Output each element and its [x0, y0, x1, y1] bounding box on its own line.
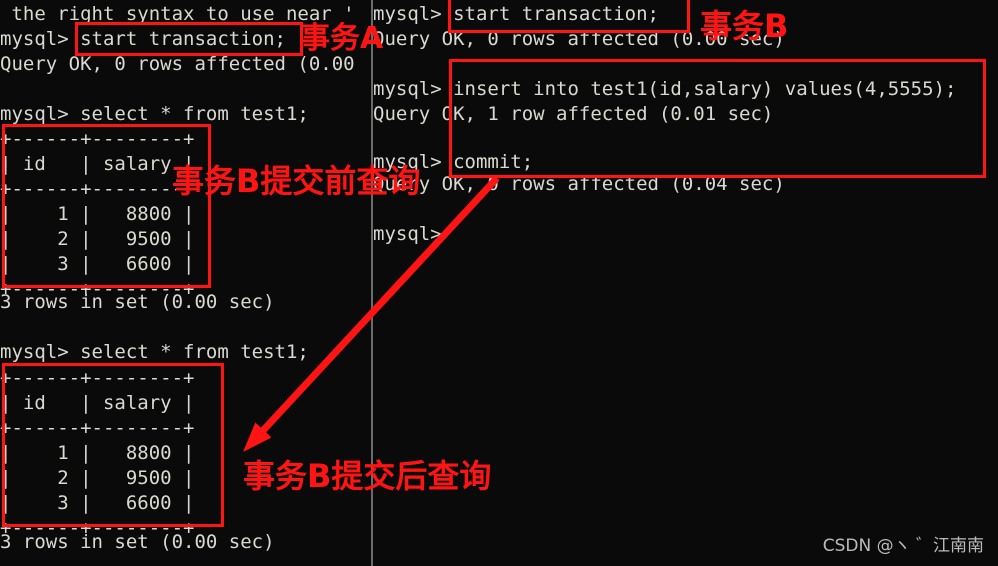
- terminal-line: 3 rows in set (0.00 sec): [0, 531, 275, 553]
- terminal-line: +------+--------+: [0, 178, 195, 200]
- terminal-line: mysql> start transaction;: [373, 3, 659, 25]
- screenshot-root: the right syntax to use near ' mysql> sta…: [0, 0, 998, 566]
- terminal-line: | 1 | 8800 |: [0, 442, 195, 464]
- terminal-line: mysql> select * from test1;: [0, 103, 309, 125]
- terminal-line: | 3 | 6600 |: [0, 492, 195, 514]
- terminal-line: | 1 | 8800 |: [0, 203, 195, 225]
- terminal-line: mysql> select * from test1;: [0, 341, 309, 363]
- terminal-line: mysql> start transaction;: [0, 28, 286, 50]
- terminal-line: +------+--------+: [0, 128, 195, 150]
- terminal-line: | 2 | 9500 |: [0, 467, 195, 489]
- terminal-line: 3 rows in set (0.00 sec): [0, 291, 275, 313]
- terminal-line: mysql>: [373, 223, 442, 245]
- label-transaction-a: 事务A: [300, 21, 384, 56]
- terminal-line: | 3 | 6600 |: [0, 253, 195, 275]
- csdn-watermark: CSDN @ヽ ゛江南南: [822, 536, 984, 556]
- terminal-line: | 2 | 9500 |: [0, 228, 195, 250]
- terminal-line: | id | salary |: [0, 392, 195, 414]
- terminal-line: Query OK, 0 rows affected (0.04 sec): [373, 173, 785, 195]
- terminal-line: +------+--------+: [0, 417, 195, 439]
- terminal-line: mysql> insert into test1(id,salary) valu…: [373, 78, 957, 100]
- label-query-after-commit: 事务B提交后查询: [243, 457, 492, 495]
- label-query-before-commit: 事务B提交前查询: [172, 162, 421, 200]
- terminal-line: | id | salary |: [0, 153, 195, 175]
- label-transaction-b: 事务B: [700, 7, 789, 45]
- terminal-line: +------+--------+: [0, 367, 195, 389]
- terminal-line: Query OK, 1 row affected (0.01 sec): [373, 103, 774, 125]
